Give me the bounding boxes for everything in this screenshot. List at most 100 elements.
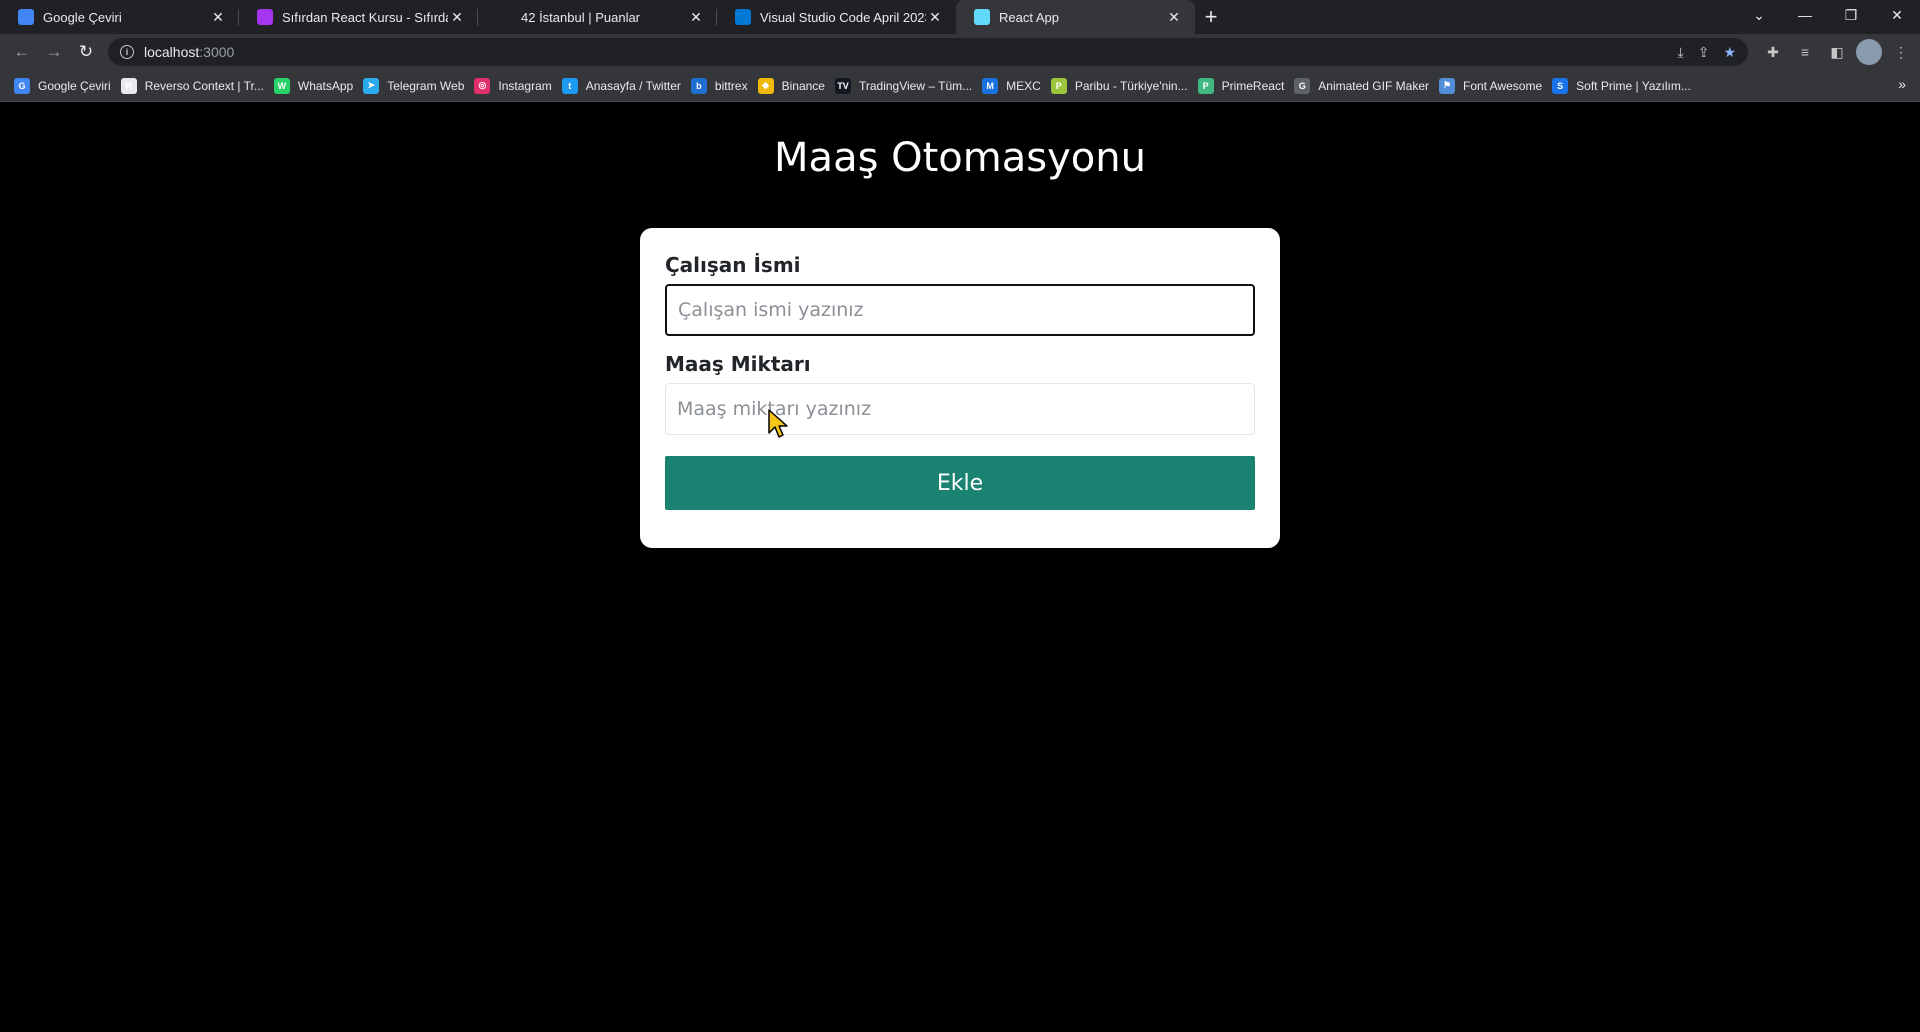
bookmark-favicon-icon: P: [1197, 77, 1214, 94]
browser-tab[interactable]: Google Çeviri ✕: [0, 0, 239, 34]
bookmark-item[interactable]: ➤ Telegram Web: [361, 72, 472, 100]
profile-avatar[interactable]: [1856, 39, 1882, 65]
bookmark-label: PrimeReact: [1221, 78, 1285, 93]
bookmark-item[interactable]: TV TradingView – Tüm...: [833, 72, 980, 100]
bookmark-favicon-icon: P: [1050, 77, 1067, 94]
bookmark-label: MEXC: [1006, 78, 1041, 93]
bookmark-item[interactable]: b bittrex: [689, 72, 756, 100]
bookmark-item[interactable]: M MEXC: [980, 72, 1049, 100]
bookmark-label: Paribu - Türkiye'nin...: [1074, 78, 1188, 93]
bookmark-label: WhatsApp: [297, 78, 354, 93]
forward-button[interactable]: →: [38, 38, 70, 66]
42-icon: [496, 9, 512, 25]
tab-strip: Google Çeviri ✕ Sıfırdan React Kursu - Sıf…: [0, 0, 1920, 34]
salary-amount-input[interactable]: [665, 383, 1255, 435]
bookmark-item[interactable]: W WhatsApp: [272, 72, 361, 100]
tab-close-icon[interactable]: ✕: [209, 8, 227, 26]
bookmark-favicon-icon: R: [120, 77, 137, 94]
mouse-cursor-icon: [768, 409, 788, 438]
minimize-button[interactable]: —: [1782, 0, 1828, 30]
tab-close-icon[interactable]: ✕: [448, 8, 466, 26]
add-button[interactable]: Ekle: [665, 456, 1255, 510]
tab-title: Sıfırdan React Kursu - Sıfırdan Uz: [282, 9, 448, 25]
bookmark-item[interactable]: ◆ Binance: [756, 72, 833, 100]
bookmark-item[interactable]: G Animated GIF Maker: [1292, 72, 1437, 100]
bookmark-label: Font Awesome: [1462, 78, 1543, 93]
react-icon: [974, 9, 990, 25]
bookmark-list: G Google Çeviri R Reverso Context | Tr... W W…: [12, 72, 1699, 100]
bookmark-label: TradingView – Tüm...: [858, 78, 973, 93]
more-bookmarks-icon[interactable]: »: [1898, 76, 1906, 92]
bookmark-favicon-icon: G: [1294, 77, 1311, 94]
bookmark-favicon-icon: b: [690, 77, 707, 94]
bookmark-label: Instagram: [498, 78, 552, 93]
extensions-icon[interactable]: ✚: [1760, 39, 1786, 65]
bookmark-item[interactable]: ◎ Instagram: [472, 72, 559, 100]
new-tab-button[interactable]: +: [1195, 0, 1227, 34]
install-app-icon[interactable]: ⤓: [1678, 44, 1684, 61]
bookmark-star-icon[interactable]: ★: [1723, 44, 1736, 61]
url-text: localhost:3000: [144, 44, 234, 60]
tab-close-icon[interactable]: ✕: [1165, 8, 1183, 26]
bookmark-item[interactable]: R Reverso Context | Tr...: [119, 72, 272, 100]
bookmark-label: bittrex: [714, 78, 748, 93]
bookmark-item[interactable]: S Soft Prime | Yazılım...: [1550, 72, 1699, 100]
bookmark-label: Animated GIF Maker: [1318, 78, 1429, 93]
bookmark-favicon-icon: S: [1552, 77, 1569, 94]
bookmark-favicon-icon: ◆: [757, 77, 774, 94]
browser-tab[interactable]: Visual Studio Code April 2023 ✕: [717, 0, 956, 34]
bookmark-label: Reverso Context | Tr...: [144, 78, 264, 93]
close-window-button[interactable]: ✕: [1874, 0, 1920, 30]
address-bar[interactable]: i localhost:3000 ⤓ ⇪ ★: [108, 38, 1748, 66]
bookmark-item[interactable]: G Google Çeviri: [12, 72, 119, 100]
bookmark-item[interactable]: ⚑ Font Awesome: [1437, 72, 1550, 100]
site-info-icon[interactable]: i: [120, 45, 134, 59]
bookmark-item[interactable]: P PrimeReact: [1196, 72, 1293, 100]
udemy-icon: [257, 9, 273, 25]
share-icon[interactable]: ⇪: [1698, 44, 1710, 61]
bookmark-item[interactable]: t Anasayfa / Twitter: [560, 72, 689, 100]
browser-tab[interactable]: React App ✕: [956, 0, 1195, 34]
tab-title: 42 İstanbul | Puanlar: [521, 9, 641, 25]
bookmark-label: Anasayfa / Twitter: [585, 78, 681, 93]
bookmark-item[interactable]: P Paribu - Türkiye'nin...: [1049, 72, 1196, 100]
window-controls: ⌄ — ❐ ✕: [1736, 0, 1920, 34]
bookmark-favicon-icon: M: [982, 77, 999, 94]
bookmark-label: Google Çeviri: [38, 78, 111, 93]
bookmark-favicon-icon: ➤: [363, 77, 380, 94]
salary-form: Çalışan İsmi Maaş Miktarı Ekle: [640, 228, 1280, 548]
bookmark-label: Telegram Web: [387, 78, 465, 93]
side-panel-icon[interactable]: ◧: [1824, 39, 1850, 65]
salary-amount-label: Maaş Miktarı: [665, 352, 811, 376]
tab-close-icon[interactable]: ✕: [926, 8, 944, 26]
bookmark-favicon-icon: W: [273, 77, 290, 94]
tab-title: Visual Studio Code April 2023: [760, 9, 926, 25]
tab-title: React App: [999, 9, 1059, 25]
url-port: :3000: [199, 44, 235, 60]
vscode-icon: [735, 9, 751, 25]
employee-name-input[interactable]: [665, 284, 1255, 336]
browser-tab[interactable]: Sıfırdan React Kursu - Sıfırdan Uz✕: [239, 0, 478, 34]
bookmark-favicon-icon: G: [14, 77, 30, 94]
browser-toolbar: ← → ↻ i localhost:3000 ⤓ ⇪ ★ ✚ ≡ ◧ ⋮: [0, 34, 1920, 70]
reload-button[interactable]: ↻: [70, 38, 102, 66]
employee-name-label: Çalışan İsmi: [665, 253, 801, 277]
tab-search-icon[interactable]: ⌄: [1736, 0, 1782, 30]
bookmark-favicon-icon: ◎: [474, 77, 491, 94]
google-translate-icon: [18, 9, 34, 25]
app-title: Maaş Otomasyonu: [774, 135, 1146, 181]
tab-close-icon[interactable]: ✕: [687, 8, 705, 26]
bookmark-label: Binance: [781, 78, 825, 93]
bookmark-favicon-icon: t: [561, 77, 578, 94]
browser-tab[interactable]: 42 İstanbul | Puanlar ✕: [478, 0, 717, 34]
reading-list-icon[interactable]: ≡: [1792, 39, 1818, 65]
bookmark-favicon-icon: ⚑: [1438, 77, 1455, 94]
back-button[interactable]: ←: [6, 38, 38, 66]
page-content: Maaş Otomasyonu Çalışan İsmi Maaş Miktar…: [0, 103, 1920, 1032]
menu-icon[interactable]: ⋮: [1888, 39, 1914, 65]
url-host: localhost: [144, 44, 200, 60]
tab-title: Google Çeviri: [43, 9, 122, 25]
restore-button[interactable]: ❐: [1828, 0, 1874, 30]
tab-list: Google Çeviri ✕ Sıfırdan React Kursu - Sıf…: [0, 0, 1195, 34]
bookmark-favicon-icon: TV: [834, 77, 851, 94]
